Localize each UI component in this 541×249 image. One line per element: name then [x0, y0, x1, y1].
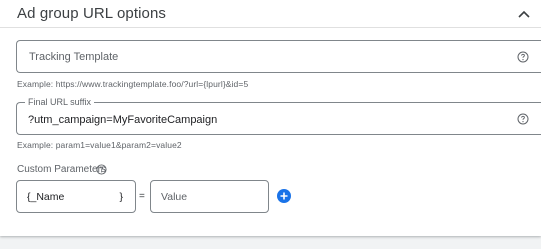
- tracking-template-placeholder: Tracking Template: [29, 51, 119, 63]
- help-circle-icon[interactable]: [96, 164, 107, 175]
- help-circle-icon[interactable]: [517, 113, 529, 125]
- card-title: Ad group URL options: [17, 5, 167, 22]
- final-url-suffix-label: Final URL suffix: [25, 97, 95, 107]
- add-circle-icon[interactable]: [277, 189, 291, 203]
- chevron-up-icon[interactable]: [517, 8, 531, 20]
- custom-parameters-label: Custom Parameters: [17, 164, 106, 175]
- help-circle-icon[interactable]: [517, 51, 529, 63]
- ad-group-url-options-card: Ad group URL options Tracking Template E…: [0, 0, 541, 236]
- custom-parameter-value-placeholder: Value: [161, 191, 188, 203]
- equals-sign: =: [139, 191, 145, 202]
- final-url-suffix-field[interactable]: Final URL suffix ?utm_campaign=MyFavorit…: [16, 97, 541, 135]
- custom-parameter-name-field[interactable]: {_Name }: [16, 180, 136, 213]
- final-url-suffix-hint: Example: param1=value1&param2=value2: [17, 140, 182, 150]
- card-header[interactable]: Ad group URL options: [0, 0, 541, 28]
- custom-parameter-name-prefix: {_Name: [27, 191, 65, 203]
- tracking-template-hint: Example: https://www.trackingtemplate.fo…: [17, 79, 249, 89]
- tracking-template-field[interactable]: Tracking Template: [16, 40, 541, 73]
- final-url-suffix-value: ?utm_campaign=MyFavoriteCampaign: [28, 114, 218, 126]
- custom-parameter-name-suffix: }: [119, 191, 123, 203]
- custom-parameter-value-field[interactable]: Value: [150, 180, 269, 213]
